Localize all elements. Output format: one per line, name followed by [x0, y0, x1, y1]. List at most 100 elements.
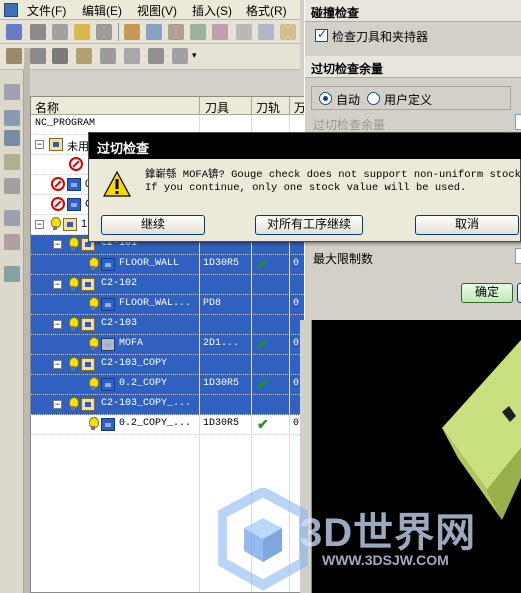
- toolbar-overflow-icon[interactable]: ▾: [192, 50, 197, 61]
- toolbar-row-1: [0, 20, 300, 44]
- program-group-icon: [81, 398, 95, 411]
- part-tab-icon[interactable]: [4, 130, 20, 146]
- measure-icon[interactable]: [124, 48, 140, 64]
- column-path[interactable]: 刀轨: [256, 99, 280, 116]
- solid-icon[interactable]: [52, 48, 68, 64]
- face-icon[interactable]: [76, 48, 92, 64]
- system-tab-icon[interactable]: [4, 266, 20, 282]
- tool-icon[interactable]: [96, 24, 112, 40]
- row-name: C2-103_COPY_...: [101, 398, 192, 409]
- web-tab-icon[interactable]: [4, 210, 20, 226]
- tool-path-icon[interactable]: [172, 48, 188, 64]
- assembly-tab-icon[interactable]: [4, 110, 20, 126]
- edit-icon[interactable]: [148, 48, 164, 64]
- create-tool-icon[interactable]: [146, 24, 162, 40]
- collapse-toggle[interactable]: −: [53, 240, 62, 249]
- tree-row[interactable]: 0.2_COPY 1D30R5 ✔ 0: [31, 375, 314, 395]
- row-name: NC_PROGRAM: [35, 118, 96, 129]
- column-divider[interactable]: [289, 97, 290, 115]
- tree-row[interactable]: − C2-103_COPY: [31, 355, 314, 375]
- operation-icon: [101, 378, 115, 391]
- column-tool[interactable]: 刀具: [205, 99, 229, 116]
- check-tool-holder-checkbox[interactable]: ✓: [315, 27, 328, 42]
- mill-operation-icon: [101, 338, 115, 351]
- collision-section-header[interactable]: 碰撞检查: [305, 0, 521, 22]
- row-name: C2-103: [101, 318, 138, 329]
- menu-format[interactable]: 格式(R): [246, 2, 287, 19]
- column-name[interactable]: 名称: [35, 99, 59, 116]
- machine-icon[interactable]: [30, 24, 46, 40]
- row-name: 1: [81, 218, 88, 230]
- geometry-icon[interactable]: [52, 24, 68, 40]
- collapse-toggle[interactable]: −: [53, 320, 62, 329]
- column-divider[interactable]: [199, 97, 200, 115]
- create-method-icon[interactable]: [190, 24, 206, 40]
- program-icon[interactable]: [6, 24, 22, 40]
- navigator-tab-icon[interactable]: [4, 84, 20, 100]
- menu-file[interactable]: 文件(F): [27, 2, 66, 19]
- row-extra: 0: [293, 378, 300, 389]
- gouge-stock-section-header[interactable]: 过切检查余量: [305, 56, 521, 78]
- tree-row[interactable]: − C2-102: [31, 275, 314, 295]
- dialog-message: 鎿嶄綔 MOFA锛? Gouge check does not support …: [145, 169, 521, 194]
- create-program-icon[interactable]: [124, 24, 140, 40]
- dialog-title[interactable]: 过切检查: [89, 133, 521, 159]
- row-name: 0.2_COPY: [119, 378, 168, 389]
- status-bulb-icon: [69, 237, 79, 251]
- watermark-url: WWW.3DSJW.COM: [322, 552, 449, 568]
- collapse-toggle[interactable]: −: [35, 220, 44, 229]
- gouge-stock-input[interactable]: [515, 114, 521, 130]
- toolbar-row-2: ▾: [0, 44, 300, 70]
- column-divider[interactable]: [251, 97, 252, 115]
- roles-tab-icon[interactable]: [4, 234, 20, 250]
- block-icon[interactable]: [30, 48, 46, 64]
- tree-row[interactable]: FLOOR_WAL... PD8 0: [31, 295, 314, 315]
- tree-row[interactable]: FLOOR_WALL 1D30R5 ✔ 0: [31, 255, 314, 275]
- status-bulb-icon: [89, 377, 99, 391]
- collapse-toggle[interactable]: −: [35, 140, 44, 149]
- operation-icon: [101, 258, 115, 271]
- generate-icon[interactable]: [236, 24, 252, 40]
- program-group-icon: [81, 358, 95, 371]
- auto-radio[interactable]: [319, 92, 332, 105]
- tree-row[interactable]: 0.2_COPY_... 1D30R5 ✔ 0: [31, 415, 314, 435]
- toolbar-separator: [118, 23, 119, 41]
- method-icon[interactable]: [74, 24, 90, 40]
- tree-row[interactable]: − C2-103: [31, 315, 314, 335]
- row-tool: 1D30R5: [203, 418, 240, 429]
- collapse-toggle[interactable]: −: [53, 400, 62, 409]
- menu-insert[interactable]: 插入(S): [192, 2, 232, 19]
- back-button[interactable]: [517, 283, 521, 303]
- verify-icon[interactable]: [258, 24, 274, 40]
- status-bulb-icon: [89, 297, 99, 311]
- cylinder-icon[interactable]: [100, 48, 116, 64]
- row-path-status: ✔: [257, 376, 269, 392]
- bom-icon[interactable]: [6, 48, 22, 64]
- create-operation-icon[interactable]: [212, 24, 228, 40]
- tree-row[interactable]: − C2-103_COPY_...: [31, 395, 314, 415]
- status-bulb-icon: [51, 217, 61, 231]
- row-extra: 0: [293, 418, 300, 429]
- max-limit-label: 最大限制数: [313, 252, 374, 266]
- palette-tab-icon[interactable]: [4, 178, 20, 194]
- status-bulb-icon: [89, 417, 99, 431]
- row-extra: 0: [293, 258, 300, 269]
- continue-button[interactable]: 继续: [101, 215, 205, 235]
- ok-button[interactable]: 确定: [461, 283, 513, 303]
- max-limit-input[interactable]: [515, 248, 521, 264]
- menu-view[interactable]: 视图(V): [137, 2, 177, 19]
- user-defined-radio-label: 用户定义: [384, 93, 433, 107]
- menu-edit[interactable]: 编辑(E): [82, 2, 122, 19]
- collapse-toggle[interactable]: −: [53, 280, 62, 289]
- create-geometry-icon[interactable]: [168, 24, 184, 40]
- history-tab-icon[interactable]: [4, 154, 20, 170]
- cancel-button[interactable]: 取消: [415, 215, 519, 235]
- status-bulb-icon: [69, 317, 79, 331]
- user-defined-radio[interactable]: [367, 92, 380, 105]
- auto-radio-label: 自动: [336, 93, 361, 107]
- program-group-icon: [81, 318, 95, 331]
- continue-all-button[interactable]: 对所有工序继续: [255, 215, 363, 235]
- tree-row[interactable]: MOFA 2D1... ✔ 0: [31, 335, 314, 355]
- collapse-toggle[interactable]: −: [53, 360, 62, 369]
- postprocess-icon[interactable]: [280, 24, 296, 40]
